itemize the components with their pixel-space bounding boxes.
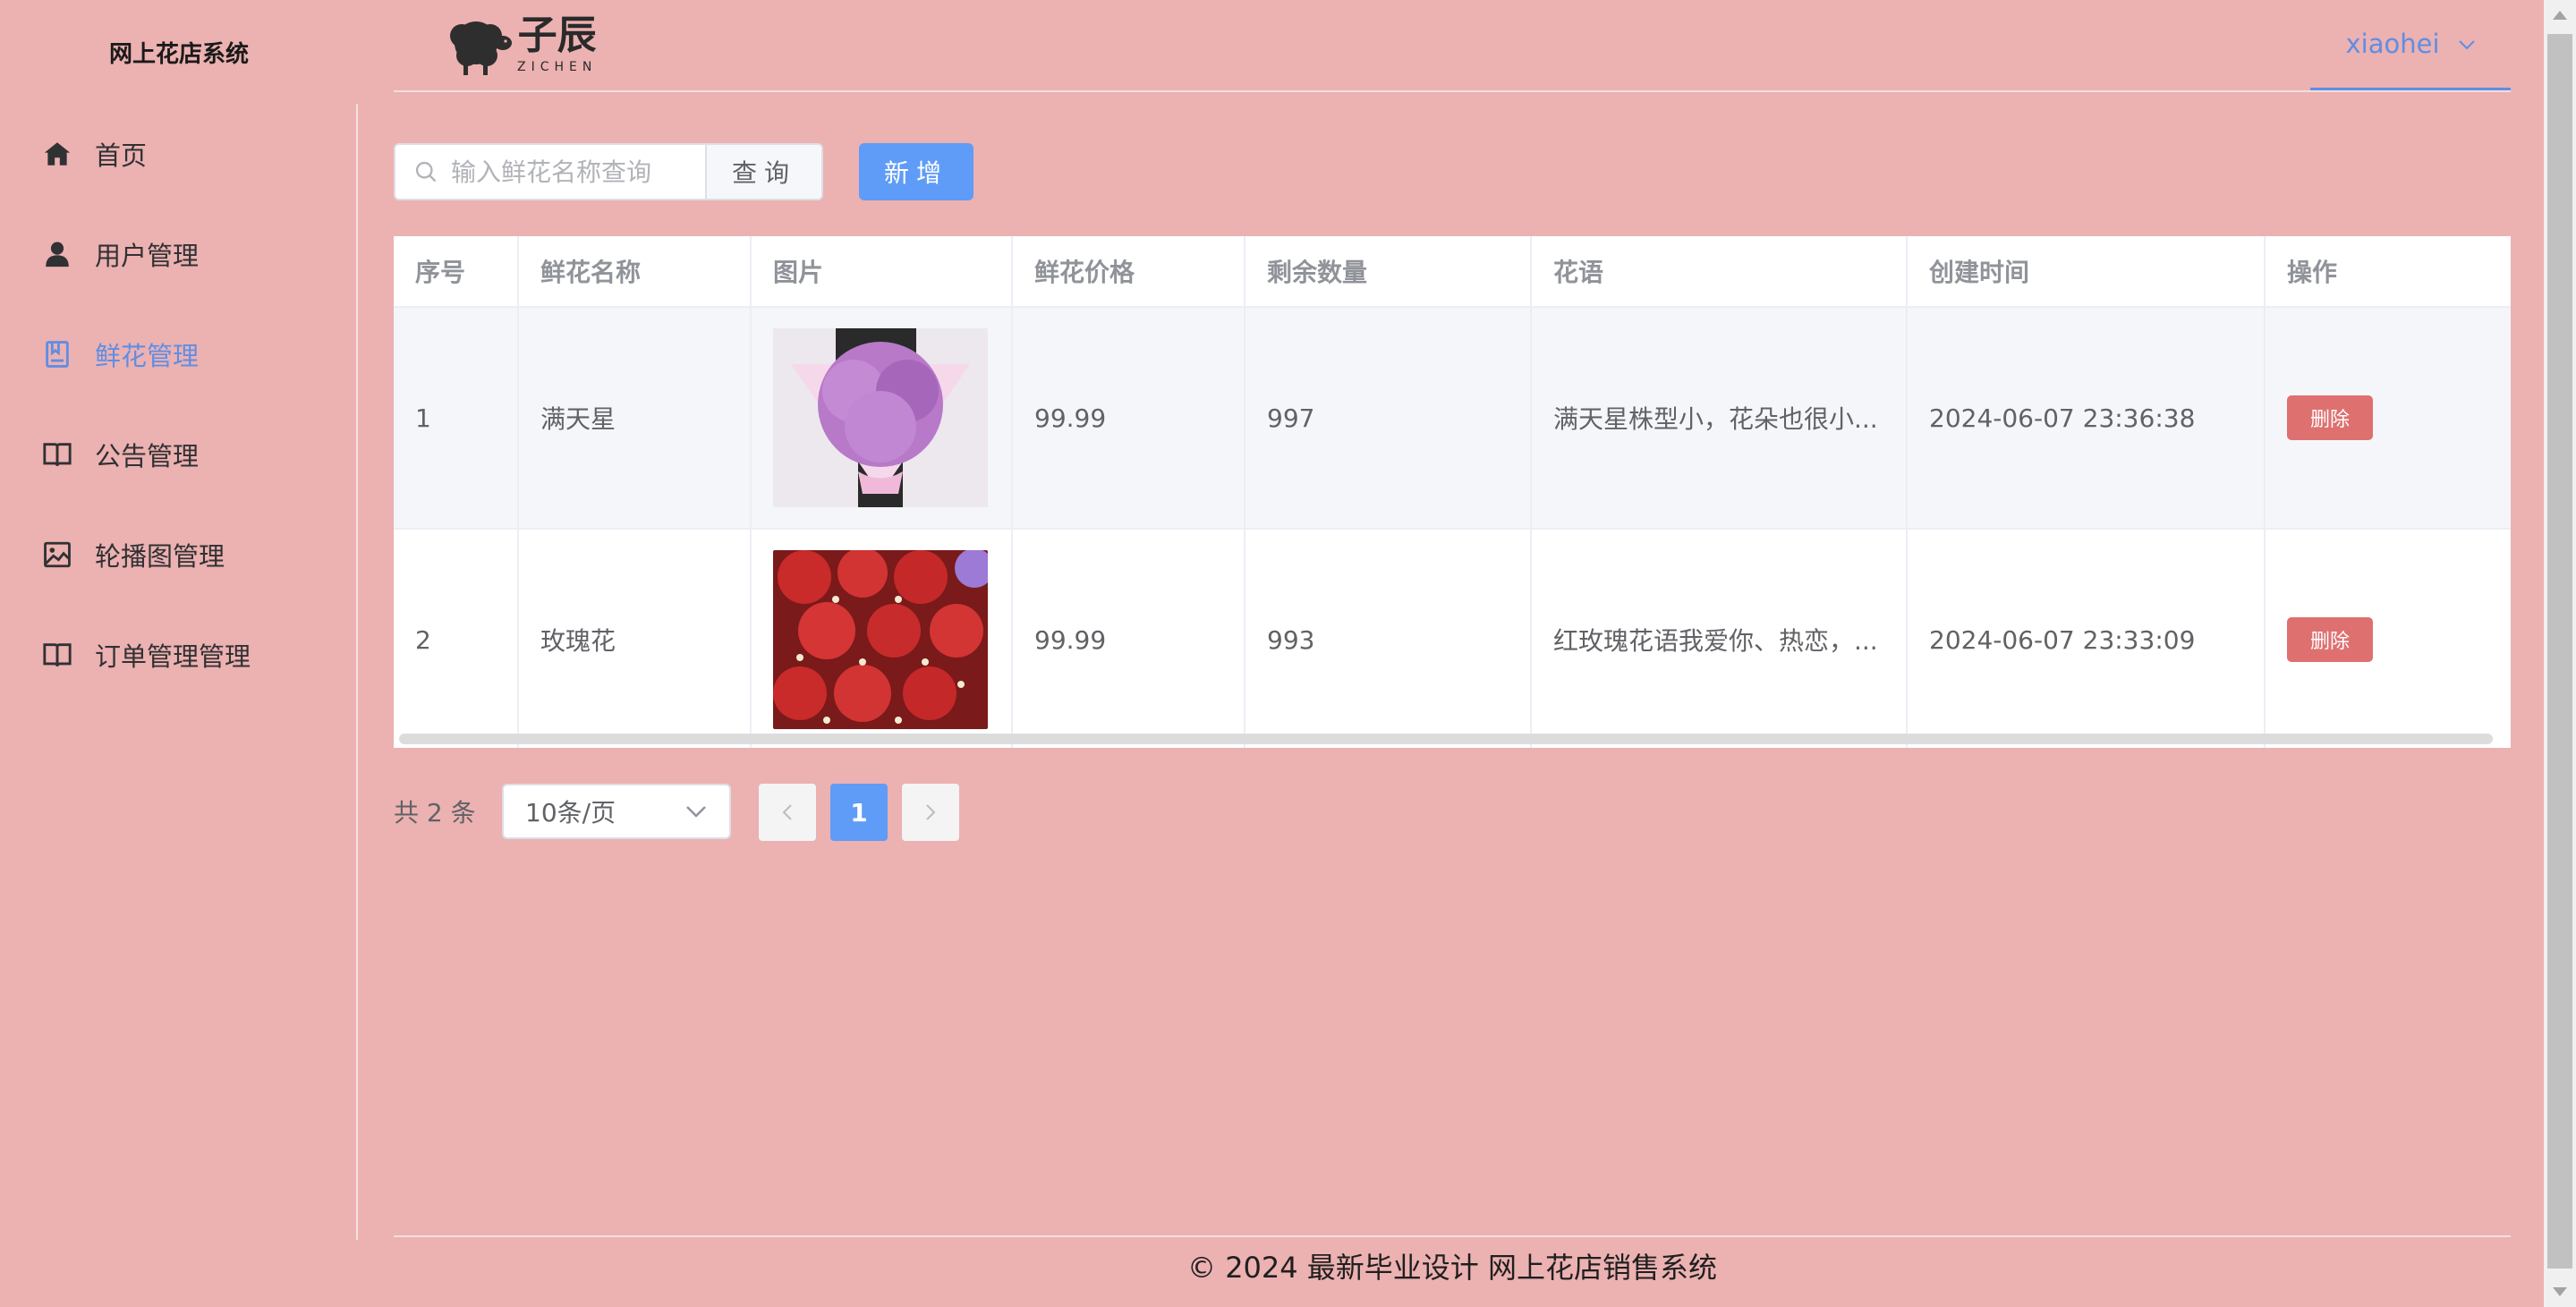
sidebar-item-label: 公告管理 — [95, 441, 200, 471]
scrollbar-thumb[interactable] — [2547, 34, 2572, 1269]
cell-action: 删除 — [2266, 308, 2511, 528]
sidebar-divider — [356, 104, 358, 1240]
home-icon — [41, 138, 73, 170]
sidebar-menu: 首页 用户管理 鲜花管理 公告管理 轮播图管理 订单管理管理 — [0, 104, 356, 705]
sheep-logo-icon — [450, 21, 512, 75]
cell-created: 2024-06-07 23:36:38 — [1908, 308, 2266, 528]
chevron-down-icon — [686, 806, 706, 818]
cell-meaning: 满天星株型小，花朵也很小... — [1532, 308, 1908, 528]
sidebar-item-label: 首页 — [95, 140, 148, 171]
logo-subtext: ZICHEN — [517, 60, 598, 74]
vertical-scrollbar[interactable] — [2544, 0, 2576, 1307]
column-header[interactable]: 花语 — [1532, 236, 1908, 306]
logo-text: 子辰 — [517, 13, 597, 58]
header-divider — [394, 90, 2511, 92]
picture-icon — [41, 539, 73, 571]
flower-image[interactable] — [773, 328, 988, 507]
cell-price: 99.99 — [1013, 530, 1245, 748]
column-header[interactable]: 操作 — [2266, 236, 2511, 306]
user-dropdown[interactable]: xiaohei — [2310, 0, 2511, 90]
page-number-button[interactable]: 1 — [830, 784, 888, 841]
table-row[interactable]: 1 满天星 99.99 997 满天星株型小，花朵也很小... 2024-06-… — [394, 308, 2511, 530]
cell-stock: 997 — [1245, 308, 1532, 528]
column-header[interactable]: 鲜花名称 — [519, 236, 752, 306]
sidebar-item-label: 鲜花管理 — [95, 341, 200, 371]
pagination-total: 共 2 条 — [394, 798, 476, 827]
scroll-up-arrow-icon[interactable] — [2553, 11, 2567, 20]
delete-button[interactable]: 删除 — [2287, 395, 2373, 440]
cell-meaning: 红玫瑰花语我爱你、热恋，... — [1532, 530, 1908, 748]
search-input[interactable] — [449, 156, 703, 188]
column-header[interactable]: 创建时间 — [1908, 236, 2266, 306]
sidebar-item-flowers[interactable]: 鲜花管理 — [0, 304, 356, 404]
prev-page-button[interactable] — [759, 784, 816, 841]
sidebar-item-label: 轮播图管理 — [95, 541, 225, 572]
cell-price: 99.99 — [1013, 308, 1245, 528]
scroll-down-arrow-icon[interactable] — [2553, 1287, 2567, 1296]
flower-table: 序号 鲜花名称 图片 鲜花价格 剩余数量 花语 创建时间 操作 1 满天星 99… — [394, 236, 2511, 748]
cell-stock: 993 — [1245, 530, 1532, 748]
add-button[interactable]: 新增 — [859, 143, 973, 200]
table-header: 序号 鲜花名称 图片 鲜花价格 剩余数量 花语 创建时间 操作 — [394, 236, 2511, 308]
chevron-left-icon — [782, 804, 792, 820]
search-button[interactable]: 查询 — [705, 145, 821, 199]
chevron-down-icon — [2458, 33, 2476, 55]
sidebar-item-label: 用户管理 — [95, 241, 200, 271]
sidebar-item-orders[interactable]: 订单管理管理 — [0, 605, 356, 705]
cell-index: 1 — [394, 308, 519, 528]
search-group: 查询 — [394, 143, 823, 200]
chevron-right-icon — [926, 804, 936, 820]
delete-button[interactable]: 删除 — [2287, 617, 2373, 662]
app-title: 网上花店系统 — [108, 40, 249, 68]
cell-action: 删除 — [2266, 530, 2511, 748]
horizontal-scrollbar[interactable] — [399, 734, 2493, 744]
logo: 子辰 ZICHEN — [431, 11, 597, 79]
footer-text: © 2024 最新毕业设计 网上花店销售系统 — [1187, 1251, 1717, 1285]
cell-index: 2 — [394, 530, 519, 748]
book-icon — [41, 438, 73, 471]
search-icon — [415, 161, 437, 182]
column-header[interactable]: 剩余数量 — [1245, 236, 1532, 306]
username: xiaohei — [2345, 29, 2440, 59]
sidebar-item-home[interactable]: 首页 — [0, 104, 356, 204]
column-header[interactable]: 鲜花价格 — [1013, 236, 1245, 306]
table-row[interactable]: 2 玫瑰花 99.99 993 红玫瑰花语我爱你、热恋，... 2024-06-… — [394, 530, 2511, 748]
next-page-button[interactable] — [902, 784, 959, 841]
cell-image — [752, 530, 1013, 748]
sidebar-item-users[interactable]: 用户管理 — [0, 204, 356, 304]
cell-created: 2024-06-07 23:33:09 — [1908, 530, 2266, 748]
book-icon — [41, 639, 73, 671]
cell-name: 玫瑰花 — [519, 530, 752, 748]
sidebar-item-label: 订单管理管理 — [95, 641, 251, 672]
column-header[interactable]: 序号 — [394, 236, 519, 306]
cell-image — [752, 308, 1013, 528]
cell-name: 满天星 — [519, 308, 752, 528]
footer-divider — [394, 1235, 2511, 1237]
page-size-value: 10条/页 — [525, 798, 616, 827]
flower-image[interactable] — [773, 550, 988, 729]
column-header[interactable]: 图片 — [752, 236, 1013, 306]
user-icon — [41, 238, 73, 270]
sidebar-item-notices[interactable]: 公告管理 — [0, 404, 356, 505]
notebook-icon — [41, 338, 73, 370]
page-size-select[interactable]: 10条/页 — [502, 784, 731, 839]
sidebar-item-carousel[interactable]: 轮播图管理 — [0, 505, 356, 605]
